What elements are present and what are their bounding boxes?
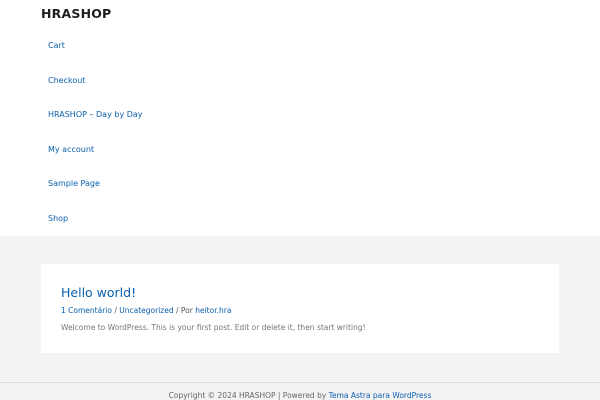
nav-item-day-by-day[interactable]: HRASHOP – Day by Day xyxy=(48,110,143,120)
nav-item-sample-page[interactable]: Sample Page xyxy=(48,179,100,189)
site-header: HRASHOP Cart Checkout HRASHOP – Day by D… xyxy=(0,0,600,236)
post-meta: 1 Comentário / Uncategorized / Por heito… xyxy=(61,306,231,315)
post-category-link[interactable]: Uncategorized xyxy=(119,306,173,315)
footer-theme-link[interactable]: Tema Astra para WordPress xyxy=(329,391,432,400)
footer-copyright: Copyright © 2024 HRASHOP | Powered by xyxy=(168,391,329,400)
site-footer: Copyright © 2024 HRASHOP | Powered by Te… xyxy=(0,382,600,400)
nav-item-cart[interactable]: Cart xyxy=(48,41,65,51)
primary-navigation: Cart Checkout HRASHOP – Day by Day My ac… xyxy=(0,0,600,236)
page: HRASHOP Cart Checkout HRASHOP – Day by D… xyxy=(0,0,600,400)
nav-item-shop[interactable]: Shop xyxy=(48,214,68,224)
post-card: Hello world! 1 Comentário / Uncategorize… xyxy=(41,264,559,353)
post-author-prefix: / Por xyxy=(173,306,196,315)
nav-item-my-account[interactable]: My account xyxy=(48,145,94,155)
post-title[interactable]: Hello world! xyxy=(61,285,136,300)
post-excerpt: Welcome to WordPress. This is your first… xyxy=(61,323,366,332)
post-author-link[interactable]: heitor.hra xyxy=(195,306,231,315)
post-comments-link[interactable]: 1 Comentário xyxy=(61,306,112,315)
footer-text: Copyright © 2024 HRASHOP | Powered by Te… xyxy=(0,391,600,400)
nav-item-checkout[interactable]: Checkout xyxy=(48,76,85,86)
content-area: Hello world! 1 Comentário / Uncategorize… xyxy=(0,236,600,382)
